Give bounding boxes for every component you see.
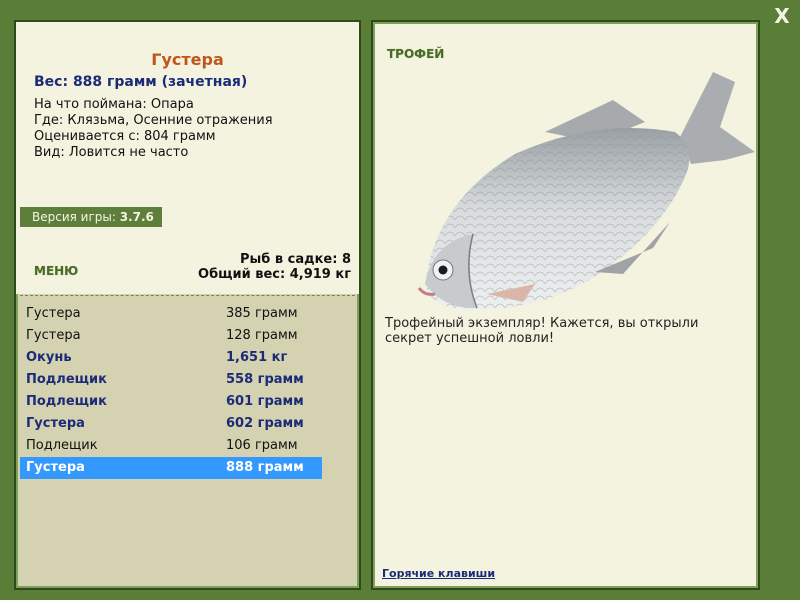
catch-list: Густера 385 грамм Густера 128 грамм Окун… — [20, 303, 322, 479]
catch-row[interactable]: Окунь 1,651 кг — [20, 347, 322, 369]
catch-name: Густера — [26, 306, 81, 321]
catch-weight: 602 грамм — [226, 416, 304, 431]
catch-weight: 888 грамм — [226, 460, 304, 475]
catch-name: Густера — [26, 416, 85, 431]
catch-row[interactable]: Подлещик 106 грамм — [20, 435, 322, 457]
version-label: Версия игры: — [32, 210, 116, 224]
fish-details: Густера Вес: 888 грамм (зачетная) На что… — [16, 22, 359, 294]
fish-rated-from: Оценивается с: 804 грамм — [34, 129, 216, 144]
catch-row[interactable]: Густера 385 грамм — [20, 303, 322, 325]
catch-row-selected[interactable]: Густера 888 грамм — [20, 457, 322, 479]
fish-title: Густера — [151, 50, 224, 69]
catch-name: Густера — [26, 328, 81, 343]
catch-name: Подлещик — [26, 372, 107, 387]
fish-location: Где: Клязьма, Осенние отражения — [34, 113, 273, 128]
catch-weight: 106 грамм — [226, 438, 298, 453]
fish-bait: На что поймана: Опара — [34, 97, 194, 112]
close-button[interactable]: X — [770, 4, 794, 28]
fish-info-panel: Густера Вес: 888 грамм (зачетная) На что… — [14, 20, 361, 590]
catch-weight: 128 грамм — [226, 328, 298, 343]
catch-weight: 558 грамм — [226, 372, 304, 387]
catch-row[interactable]: Густера 602 грамм — [20, 413, 322, 435]
menu-button[interactable]: МЕНЮ — [34, 264, 78, 278]
catch-name: Подлещик — [26, 394, 107, 409]
trophy-panel: ТРОФЕЙ Трофейный экземпляр! Кажется, вы … — [371, 20, 760, 590]
trophy-text: Трофейный экземпляр! Кажется, вы открыли… — [385, 316, 699, 346]
catch-weight: 601 грамм — [226, 394, 304, 409]
fish-rarity: Вид: Ловится не часто — [34, 145, 189, 160]
catch-name: Окунь — [26, 350, 72, 365]
fish-weight: Вес: 888 грамм (зачетная) — [34, 74, 248, 90]
catch-weight: 385 грамм — [226, 306, 298, 321]
total-weight: Общий вес: 4,919 кг — [198, 267, 351, 282]
catch-row[interactable]: Подлещик 601 грамм — [20, 391, 322, 413]
catch-row[interactable]: Подлещик 558 грамм — [20, 369, 322, 391]
divider — [20, 295, 355, 296]
version-value: 3.7.6 — [119, 210, 154, 224]
version-badge: Версия игры: 3.7.6 — [20, 207, 162, 227]
fish-image — [417, 72, 755, 311]
catch-name: Густера — [26, 460, 85, 475]
hotkeys-link[interactable]: Горячие клавиши — [382, 567, 495, 580]
catch-weight: 1,651 кг — [226, 350, 288, 365]
keepnet-count: Рыб в садке: 8 — [239, 252, 351, 267]
catch-name: Подлещик — [26, 438, 98, 453]
catch-row[interactable]: Густера 128 грамм — [20, 325, 322, 347]
